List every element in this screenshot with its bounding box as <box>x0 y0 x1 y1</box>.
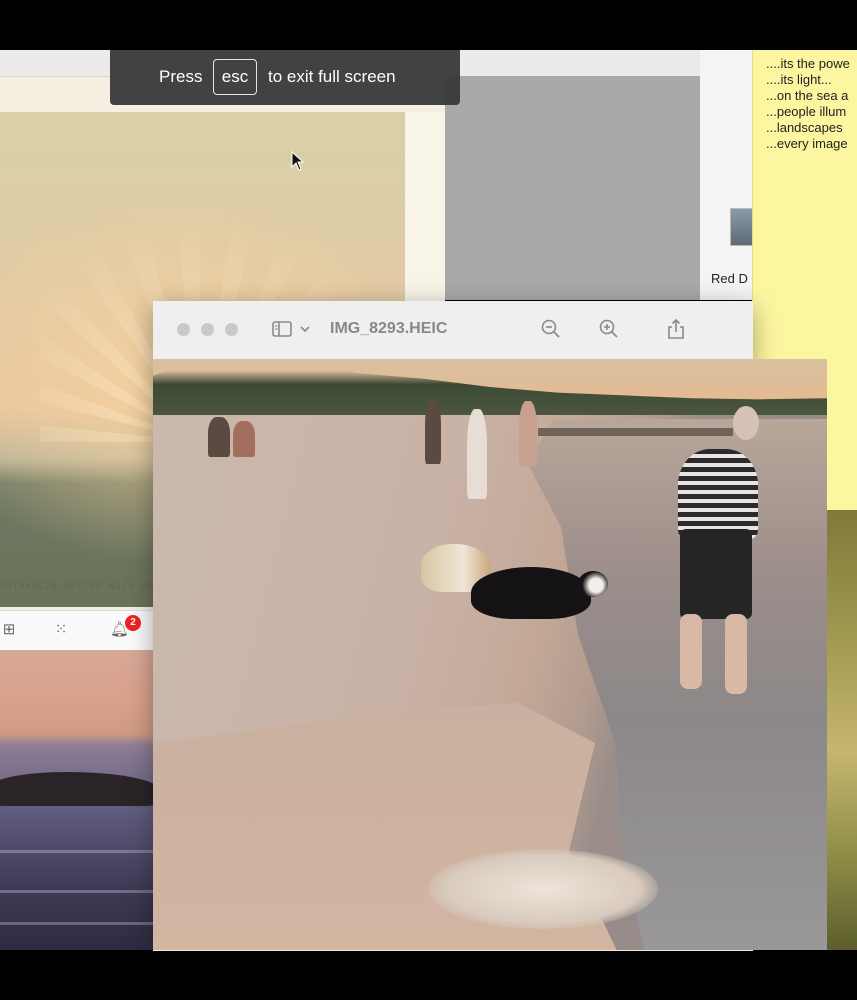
man-leg <box>680 614 702 689</box>
add-media-icon[interactable]: ⊞ <box>0 621 18 639</box>
preview-titlebar[interactable]: IMG_8293.HEIC <box>153 301 753 360</box>
tide-puddle <box>428 849 658 929</box>
rock-silhouette <box>0 772 155 806</box>
sticky-line: ....its the powe <box>766 56 850 71</box>
wave-line <box>0 890 155 893</box>
banner-prefix: Press <box>159 67 203 86</box>
black-dog <box>471 567 591 619</box>
document-title: IMG_8293.HEIC <box>330 320 448 337</box>
mouse-cursor-icon <box>291 151 305 171</box>
banner-suffix: to exit full screen <box>268 67 396 86</box>
zoom-button[interactable] <box>225 323 238 336</box>
sticky-line: ...every image <box>766 136 848 151</box>
fullscreen-banner: Press esc to exit full screen <box>110 50 460 105</box>
finder-window[interactable]: Red D <box>700 50 760 300</box>
sticky-line: ...people illum <box>766 104 847 119</box>
share-icon[interactable] <box>665 318 687 340</box>
wave-line <box>0 922 155 925</box>
man-striped-shirt <box>678 449 758 539</box>
black-dog-head <box>578 571 608 597</box>
background-window-gray[interactable] <box>445 50 700 300</box>
sticky-line: ...on the sea a <box>766 88 849 103</box>
background-photo-strip <box>826 510 857 950</box>
zoom-out-icon[interactable] <box>540 318 562 340</box>
chevron-down-icon[interactable] <box>299 318 311 340</box>
person-walking <box>425 399 441 464</box>
grid-icon[interactable]: ⁙ <box>52 621 70 639</box>
beach-photo <box>153 359 827 950</box>
person-sitting <box>208 417 230 457</box>
pier <box>538 428 733 436</box>
sticky-line: ...landscapes <box>766 120 843 135</box>
esc-key-badge: esc <box>213 59 257 95</box>
person-sitting <box>233 421 255 457</box>
file-label[interactable]: Red D <box>711 271 748 286</box>
wave-line <box>0 850 155 853</box>
notification-badge: 2 <box>125 615 141 631</box>
man-leg <box>725 614 747 694</box>
minimize-button[interactable] <box>201 323 214 336</box>
window-titlebar[interactable] <box>445 50 700 76</box>
person-walking <box>519 401 537 466</box>
man-head <box>733 406 759 440</box>
sunset-photo <box>0 650 155 950</box>
app-toolbar: ⊞ ⁙ 🔔︎ 2 <box>0 610 155 651</box>
person-walking <box>467 409 487 499</box>
sticky-line: ....its light... <box>766 72 832 87</box>
sidebar-icon[interactable] <box>271 318 293 340</box>
zoom-in-icon[interactable] <box>598 318 620 340</box>
man-shorts <box>680 529 752 619</box>
close-button[interactable] <box>177 323 190 336</box>
print-caption: SSTRAHLEN WELCHE NACH DEM G <box>0 582 174 592</box>
